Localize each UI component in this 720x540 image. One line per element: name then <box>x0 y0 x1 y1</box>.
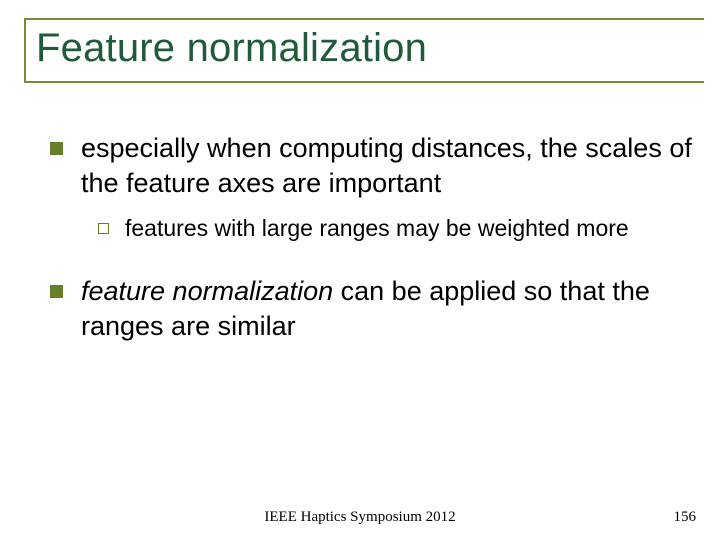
page-number: 156 <box>674 509 697 526</box>
italic-term: feature normalization <box>81 276 333 306</box>
slide-title: Feature normalization <box>36 26 704 71</box>
bullet-text: features with large ranges may be weight… <box>125 214 629 244</box>
footer-text: IEEE Haptics Symposium 2012 <box>0 509 720 526</box>
bullet-level2: features with large ranges may be weight… <box>98 214 692 244</box>
title-frame: Feature normalization <box>24 18 704 83</box>
content-area: especially when computing distances, the… <box>28 131 692 343</box>
slide: Feature normalization especially when co… <box>0 0 720 540</box>
square-bullet-icon <box>50 285 63 298</box>
bullet-text: feature normalization can be applied so … <box>81 274 692 343</box>
bullet-level1: feature normalization can be applied so … <box>50 274 692 343</box>
bullet-text: especially when computing distances, the… <box>81 131 692 200</box>
bullet-level1: especially when computing distances, the… <box>50 131 692 200</box>
square-bullet-icon <box>50 142 63 155</box>
hollow-square-bullet-icon <box>98 223 109 234</box>
